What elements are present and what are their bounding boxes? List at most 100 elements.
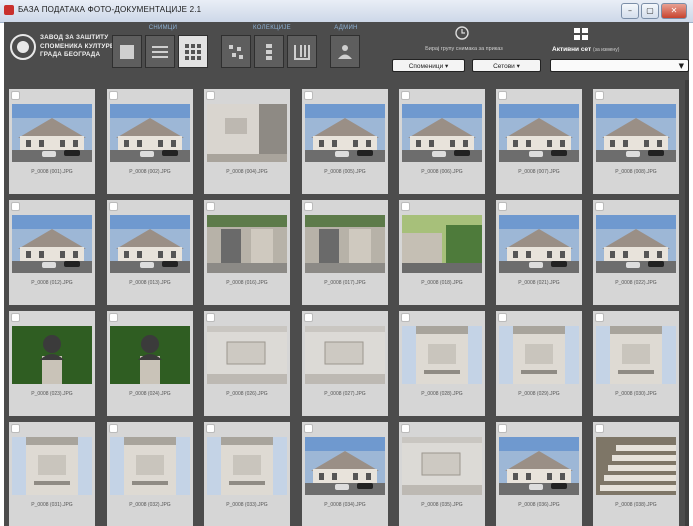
photo-thumbnail[interactable]: P_0008 (006).JPG (399, 89, 485, 194)
photo-thumbnail[interactable]: P_0008 (024).JPG (107, 311, 193, 416)
photo-thumbnail[interactable]: P_0008 (029).JPG (496, 311, 582, 416)
select-checkbox[interactable] (595, 424, 604, 433)
photo-thumbnail[interactable]: P_0008 (016).JPG (204, 200, 290, 305)
select-checkbox[interactable] (498, 313, 507, 322)
admin-user-icon (338, 44, 352, 59)
photo-thumbnail[interactable]: P_0008 (007).JPG (496, 89, 582, 194)
photo-thumbnail[interactable]: P_0008 (038).JPG (593, 422, 679, 526)
select-checkbox[interactable] (109, 313, 118, 322)
photo-filename: P_0008 (026).JPG (226, 391, 268, 397)
photo-image (499, 104, 579, 162)
select-checkbox[interactable] (401, 313, 410, 322)
select-checkbox[interactable] (304, 91, 313, 100)
large-thumbs-button[interactable] (112, 35, 142, 68)
window-title: БАЗА ПОДАТАКА ФОТО-ДОКУМЕНТАЦИЈЕ 2.1 (18, 5, 202, 14)
brand-line: СПОМЕНИКА КУЛТУРЕ (40, 42, 115, 50)
photo-thumbnail[interactable]: P_0008 (031).JPG (9, 422, 95, 526)
select-checkbox[interactable] (304, 202, 313, 211)
photo-filename: P_0008 (031).JPG (31, 502, 73, 508)
photo-thumbnail[interactable]: P_0008 (028).JPG (399, 311, 485, 416)
photo-thumbnail[interactable]: P_0008 (032).JPG (107, 422, 193, 526)
column-view-button[interactable] (254, 35, 284, 68)
app-icon (4, 5, 14, 15)
select-checkbox[interactable] (401, 202, 410, 211)
photo-thumbnail[interactable]: P_0008 (017).JPG (302, 200, 388, 305)
select-checkbox[interactable] (498, 91, 507, 100)
photo-filename: P_0008 (024).JPG (129, 391, 171, 397)
select-checkbox[interactable] (109, 91, 118, 100)
sets-dropdown[interactable]: Сетови ▾ (472, 59, 541, 72)
photo-thumbnail[interactable]: P_0008 (012).JPG (9, 200, 95, 305)
photo-thumbnail[interactable]: P_0008 (001).JPG (9, 89, 95, 194)
photo-thumbnail[interactable]: P_0008 (035).JPG (399, 422, 485, 526)
photo-image (110, 104, 190, 162)
photo-image (499, 326, 579, 384)
select-checkbox[interactable] (498, 424, 507, 433)
photo-image (305, 104, 385, 162)
tile-view-button[interactable] (287, 35, 317, 68)
group-label-collections: КОЛЕКЦИЈЕ (253, 25, 291, 31)
photo-filename: P_0008 (028).JPG (421, 391, 463, 397)
photo-thumbnail[interactable]: P_0008 (027).JPG (302, 311, 388, 416)
select-checkbox[interactable] (11, 313, 20, 322)
select-checkbox[interactable] (401, 424, 410, 433)
photo-image (402, 326, 482, 384)
list-view-button[interactable] (145, 35, 175, 68)
photo-thumbnail[interactable]: P_0008 (036).JPG (496, 422, 582, 526)
clock-icon[interactable] (455, 26, 469, 40)
scatter-view-button[interactable] (221, 35, 251, 68)
photo-filename: P_0008 (006).JPG (421, 169, 463, 175)
grid-icon (185, 43, 201, 60)
photo-image (402, 437, 482, 495)
scrollbar[interactable] (685, 80, 689, 526)
select-checkbox[interactable] (304, 313, 313, 322)
photo-thumbnail[interactable]: P_0008 (021).JPG (496, 200, 582, 305)
close-button[interactable]: ✕ (661, 3, 687, 19)
photo-thumbnail[interactable]: P_0008 (033).JPG (204, 422, 290, 526)
select-checkbox[interactable] (109, 202, 118, 211)
photo-thumbnail[interactable]: P_0008 (023).JPG (9, 311, 95, 416)
select-checkbox[interactable] (498, 202, 507, 211)
photo-image (305, 437, 385, 495)
active-set-select[interactable]: ▼ (550, 59, 689, 72)
photo-thumbnail[interactable]: P_0008 (018).JPG (399, 200, 485, 305)
select-checkbox[interactable] (11, 202, 20, 211)
select-checkbox[interactable] (595, 313, 604, 322)
grid-view-button[interactable] (178, 35, 208, 68)
select-checkbox[interactable] (109, 424, 118, 433)
photo-image (596, 215, 676, 273)
photo-thumbnail[interactable]: P_0008 (002).JPG (107, 89, 193, 194)
photo-thumbnail[interactable]: P_0008 (004).JPG (204, 89, 290, 194)
photo-filename: P_0008 (021).JPG (518, 280, 560, 286)
select-checkbox[interactable] (206, 313, 215, 322)
select-checkbox[interactable] (401, 91, 410, 100)
select-checkbox[interactable] (11, 91, 20, 100)
photo-gallery: P_0008 (001).JPG P_0008 (002).JPG P_0008 (… (4, 80, 689, 526)
photo-thumbnail[interactable]: P_0008 (008).JPG (593, 89, 679, 194)
select-checkbox[interactable] (304, 424, 313, 433)
select-checkbox[interactable] (595, 202, 604, 211)
select-checkbox[interactable] (206, 202, 215, 211)
photo-image (12, 215, 92, 273)
photo-thumbnail[interactable]: P_0008 (034).JPG (302, 422, 388, 526)
photo-filename: P_0008 (030).JPG (615, 391, 657, 397)
photo-thumbnail[interactable]: P_0008 (030).JPG (593, 311, 679, 416)
select-checkbox[interactable] (206, 91, 215, 100)
photo-filename: P_0008 (035).JPG (421, 502, 463, 508)
photo-image (110, 215, 190, 273)
photo-filename: P_0008 (004).JPG (226, 169, 268, 175)
admin-button[interactable] (330, 35, 360, 68)
photo-thumbnail[interactable]: P_0008 (013).JPG (107, 200, 193, 305)
photo-thumbnail[interactable]: P_0008 (005).JPG (302, 89, 388, 194)
photo-thumbnail[interactable]: P_0008 (022).JPG (593, 200, 679, 305)
maximize-button[interactable]: ▢ (641, 3, 659, 19)
photo-filename: P_0008 (027).JPG (324, 391, 366, 397)
brand-line: ГРАДА БЕОГРАДА (40, 51, 101, 58)
photo-thumbnail[interactable]: P_0008 (026).JPG (204, 311, 290, 416)
sets-grid-icon (574, 28, 588, 40)
monuments-dropdown[interactable]: Споменици ▾ (392, 59, 465, 72)
minimize-button[interactable]: – (621, 3, 639, 19)
select-checkbox[interactable] (595, 91, 604, 100)
select-checkbox[interactable] (11, 424, 20, 433)
select-checkbox[interactable] (206, 424, 215, 433)
